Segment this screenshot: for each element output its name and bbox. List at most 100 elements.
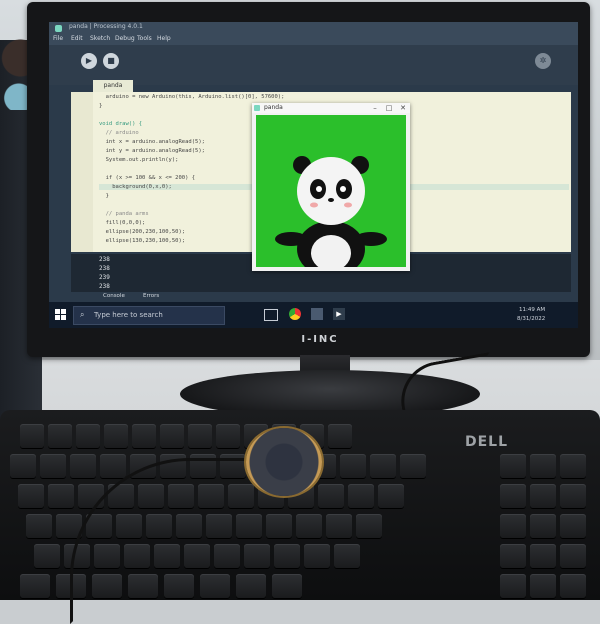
keyboard-key[interactable] xyxy=(10,454,36,478)
clock-date[interactable]: 8/31/2022 xyxy=(517,316,545,322)
code-line: // panda arms xyxy=(99,211,149,217)
code-line: ellipse(130,230,100,50); xyxy=(99,238,186,244)
keyboard-key[interactable] xyxy=(500,574,526,598)
processing-app-icon xyxy=(254,105,260,111)
panda-left-eye xyxy=(316,186,322,192)
sketch-canvas xyxy=(256,115,406,277)
keyboard-key[interactable] xyxy=(160,424,184,448)
keyboard-key[interactable] xyxy=(530,484,556,508)
menu-debug[interactable]: Debug xyxy=(115,35,135,42)
monitor-screen: panda | Processing 4.0.1 File Edit Sketc… xyxy=(49,22,578,328)
butterfly-icon: ✲ xyxy=(539,56,547,65)
console-tabs: Console Errors xyxy=(71,292,571,302)
play-icon: ▶ xyxy=(85,56,93,65)
keyboard-key[interactable] xyxy=(304,544,330,568)
panda-right-cheek xyxy=(344,202,352,208)
keyboard-key[interactable] xyxy=(48,424,72,448)
minimize-icon[interactable]: – xyxy=(368,103,382,113)
code-line: int y = arduino.analogRead(5); xyxy=(99,148,205,154)
keyboard-key[interactable] xyxy=(530,544,556,568)
keyboard-key[interactable] xyxy=(500,454,526,478)
monitor-brand-logo: I-INC xyxy=(301,334,339,345)
sketch-window[interactable]: panda – □ ✕ xyxy=(252,103,410,277)
keyboard-key[interactable] xyxy=(530,574,556,598)
keyboard-key[interactable] xyxy=(40,454,66,478)
keyboard-key[interactable] xyxy=(370,454,396,478)
app-icon[interactable] xyxy=(311,308,323,320)
keyboard-key[interactable] xyxy=(18,484,44,508)
stop-icon: ■ xyxy=(107,56,115,65)
menu-file[interactable]: File xyxy=(53,35,63,42)
sketch-titlebar: panda – □ ✕ xyxy=(252,103,410,113)
menu-tools[interactable]: Tools xyxy=(137,35,152,42)
keyboard-key[interactable] xyxy=(340,454,366,478)
panda-drawing xyxy=(275,156,387,277)
keyboard-key[interactable] xyxy=(132,424,156,448)
keyboard-key[interactable] xyxy=(560,454,586,478)
keyboard-key[interactable] xyxy=(334,544,360,568)
keyboard-key[interactable] xyxy=(20,424,44,448)
clock-time[interactable]: 11:49 AM xyxy=(519,307,545,313)
keyboard-key[interactable] xyxy=(318,484,344,508)
maximize-icon[interactable]: □ xyxy=(382,103,396,113)
code-line: // arduino xyxy=(99,130,139,136)
keyboard-key[interactable] xyxy=(100,454,126,478)
processing-taskbar-icon[interactable]: ▶ xyxy=(333,308,345,320)
code-line: void draw() { xyxy=(99,121,143,127)
keyboard-key[interactable] xyxy=(26,514,52,538)
keyboard-key[interactable] xyxy=(560,574,586,598)
keyboard-key[interactable] xyxy=(70,454,96,478)
code-line: fill(0,0,0); xyxy=(99,220,146,226)
tab-panda[interactable]: panda xyxy=(93,80,133,92)
keyboard-key[interactable] xyxy=(500,544,526,568)
console-line: 238 xyxy=(99,265,110,272)
sketch-window-title: panda xyxy=(264,104,283,111)
tab-errors[interactable]: Errors xyxy=(143,293,159,299)
console-line: 238 xyxy=(99,256,110,263)
keyboard-key[interactable] xyxy=(378,484,404,508)
circuit-playground-board xyxy=(246,428,322,496)
close-icon[interactable]: ✕ xyxy=(396,103,410,113)
keyboard-key[interactable] xyxy=(500,484,526,508)
windows-start-icon[interactable] xyxy=(55,309,66,320)
search-placeholder: Type here to search xyxy=(94,311,163,319)
keyboard-key[interactable] xyxy=(530,514,556,538)
keyboard-key[interactable] xyxy=(400,454,426,478)
menu-sketch[interactable]: Sketch xyxy=(90,35,110,42)
keyboard-key[interactable] xyxy=(76,424,100,448)
chrome-icon[interactable] xyxy=(289,308,301,320)
ide-titlebar: panda | Processing 4.0.1 xyxy=(49,22,578,35)
keyboard-key[interactable] xyxy=(272,574,302,598)
keyboard-key[interactable] xyxy=(20,574,50,598)
code-line: } xyxy=(99,103,103,109)
keyboard-key[interactable] xyxy=(274,544,300,568)
menu-edit[interactable]: Edit xyxy=(71,35,83,42)
task-view-icon[interactable] xyxy=(264,309,278,321)
keyboard-key[interactable] xyxy=(188,424,212,448)
tab-console[interactable]: Console xyxy=(103,293,125,299)
taskbar-search-box[interactable]: ⌕ Type here to search xyxy=(73,306,225,325)
keyboard-key[interactable] xyxy=(530,454,556,478)
debug-button[interactable]: ✲ xyxy=(535,53,551,69)
code-line: int x = arduino.analogRead(5); xyxy=(99,139,205,145)
keyboard-key[interactable] xyxy=(104,424,128,448)
keyboard-key[interactable] xyxy=(560,514,586,538)
keyboard-key[interactable] xyxy=(216,424,240,448)
keyboard-key[interactable] xyxy=(560,544,586,568)
keyboard-key[interactable] xyxy=(356,514,382,538)
panda-head xyxy=(297,157,365,225)
console-line: 238 xyxy=(99,283,110,290)
keyboard-key[interactable] xyxy=(266,514,292,538)
keyboard-key[interactable] xyxy=(34,544,60,568)
keyboard-key[interactable] xyxy=(48,484,74,508)
ide-toolbar: ▶ ■ ✲ xyxy=(49,45,578,85)
run-button[interactable]: ▶ xyxy=(81,53,97,69)
keyboard-key[interactable] xyxy=(326,514,352,538)
keyboard-key[interactable] xyxy=(296,514,322,538)
keyboard-key[interactable] xyxy=(348,484,374,508)
keyboard-key[interactable] xyxy=(328,424,352,448)
stop-button[interactable]: ■ xyxy=(103,53,119,69)
keyboard-key[interactable] xyxy=(560,484,586,508)
menu-help[interactable]: Help xyxy=(157,35,171,42)
keyboard-key[interactable] xyxy=(500,514,526,538)
